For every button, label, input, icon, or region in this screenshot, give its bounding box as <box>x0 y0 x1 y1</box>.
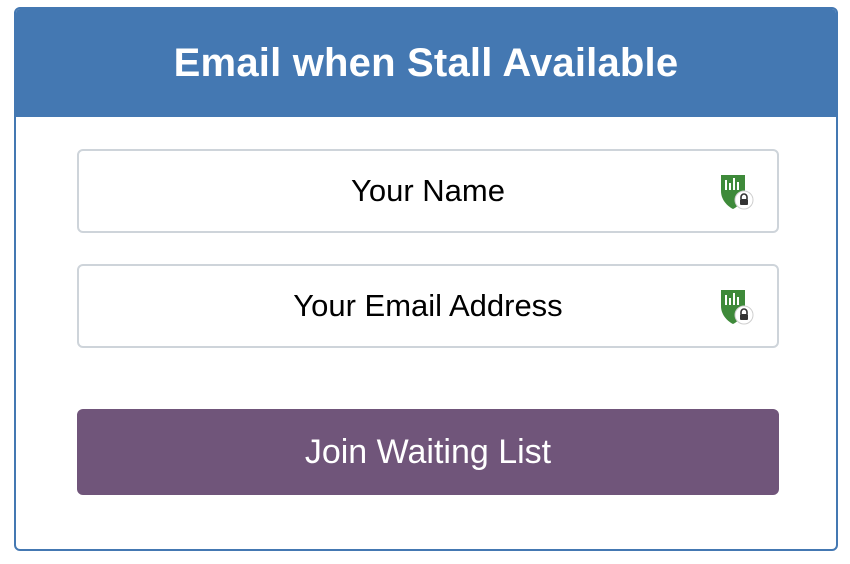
waiting-list-card: Email when Stall Available Join Waitin <box>14 7 838 551</box>
card-header: Email when Stall Available <box>16 9 836 117</box>
name-field-wrapper <box>77 149 779 233</box>
email-field-wrapper <box>77 264 779 348</box>
card-title: Email when Stall Available <box>173 40 679 85</box>
password-manager-shield-icon[interactable] <box>719 288 755 326</box>
password-manager-shield-icon[interactable] <box>719 173 755 211</box>
name-input[interactable] <box>79 151 777 231</box>
join-waiting-list-button[interactable]: Join Waiting List <box>77 409 779 495</box>
email-input[interactable] <box>79 266 777 346</box>
